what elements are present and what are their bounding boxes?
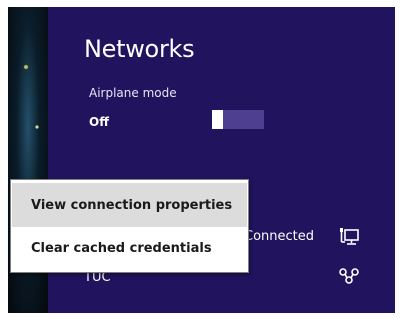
network-status: Connected (244, 229, 315, 244)
toggle-knob[interactable] (212, 110, 223, 129)
wireless-network-icon (339, 268, 359, 284)
wired-network-icon (340, 228, 359, 245)
airplane-mode-toggle[interactable] (212, 110, 264, 129)
view-connection-properties-menu-item[interactable]: View connection properties (12, 183, 247, 227)
clear-cached-credentials-menu-item[interactable]: Clear cached credentials (12, 226, 247, 270)
airplane-mode-value: Off (89, 115, 109, 129)
context-menu: View connection properties Clear cached … (10, 179, 249, 273)
airplane-mode-label: Airplane mode (89, 86, 177, 100)
panel-title: Networks (84, 35, 195, 63)
